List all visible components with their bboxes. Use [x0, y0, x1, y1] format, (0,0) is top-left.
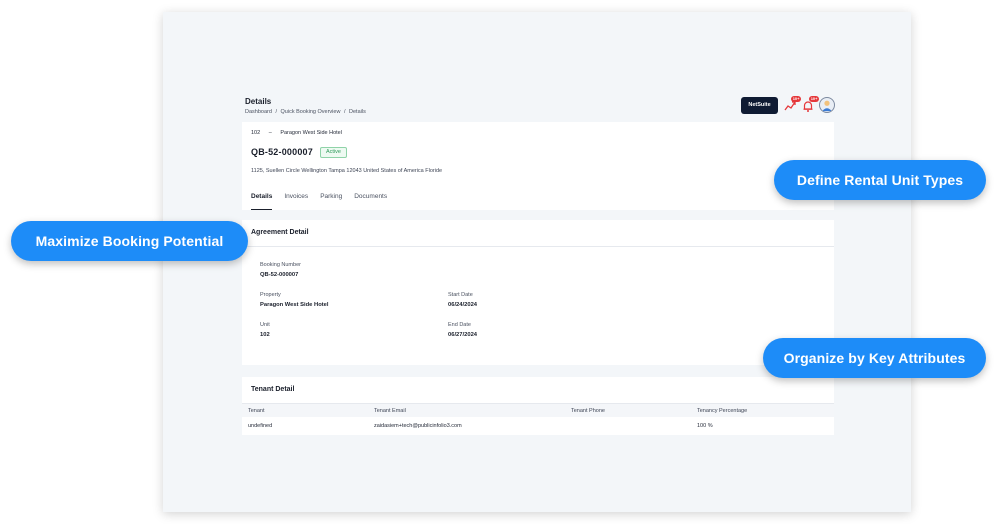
- property-label: Property: [260, 292, 281, 298]
- tenancy-percentage-cell: 100 %: [697, 423, 713, 429]
- tenant-detail-panel: Tenant Detail Tenant Tenant Email Tenant…: [242, 377, 834, 435]
- start-date-value: 06/24/2024: [448, 302, 478, 308]
- callout-define-rental-unit-types: Define Rental Unit Types: [774, 160, 986, 200]
- bell-notification-button[interactable]: 10+: [801, 96, 819, 113]
- end-date-label: End Date: [448, 322, 471, 328]
- property-name: Paragon West Side Hotel: [280, 130, 342, 136]
- tenant-email-cell: zaidasiem+tech@publicinfolio3.com: [374, 423, 462, 429]
- breadcrumb-quick-booking-overview[interactable]: Quick Booking Overview: [281, 109, 341, 115]
- breadcrumb-details: Details: [349, 109, 366, 115]
- unit-value: 102: [260, 332, 270, 338]
- column-header-tenant: Tenant: [248, 408, 265, 414]
- breadcrumb-separator: /: [275, 109, 277, 115]
- tab-invoices[interactable]: Invoices: [284, 189, 308, 210]
- agreement-detail-panel: Agreement Detail Booking Number QB-52-00…: [242, 220, 834, 365]
- tenant-detail-title: Tenant Detail: [251, 386, 295, 393]
- unit-line: 102 – Paragon West Side Hotel: [251, 130, 342, 136]
- tab-parking[interactable]: Parking: [320, 189, 342, 210]
- unit-label: Unit: [260, 322, 270, 328]
- netsuite-button[interactable]: NetSuite: [741, 97, 778, 114]
- booking-number-label: Booking Number: [260, 262, 301, 268]
- property-value: Paragon West Side Hotel: [260, 302, 329, 308]
- booking-id: QB-52-000007: [251, 147, 313, 157]
- property-address: 1125, Suellen Circle Wellington Tampa 12…: [251, 168, 443, 174]
- tab-details[interactable]: Details: [251, 189, 273, 210]
- booking-summary-panel: 102 – Paragon West Side Hotel QB-52-0000…: [242, 122, 834, 210]
- table-row[interactable]: undefined zaidasiem+tech@publicinfolio3.…: [242, 419, 834, 433]
- column-header-tenancy-percentage: Tenancy Percentage: [697, 408, 748, 414]
- detail-tabs: Details Invoices Parking Documents: [251, 189, 399, 210]
- end-date-value: 06/27/2024: [448, 332, 478, 338]
- column-header-tenant-email: Tenant Email: [374, 408, 406, 414]
- details-page: Details Dashboard / Quick Booking Overvi…: [242, 90, 835, 440]
- breadcrumb-separator: /: [343, 109, 346, 115]
- unit-number: 102: [251, 130, 261, 136]
- trend-notification-button[interactable]: 10+: [783, 96, 801, 113]
- tenant-table-header: Tenant Tenant Email Tenant Phone Tenancy…: [242, 403, 834, 417]
- unit-separator: –: [268, 130, 272, 136]
- tab-documents[interactable]: Documents: [354, 189, 387, 210]
- page-title: Details: [245, 97, 272, 106]
- avatar[interactable]: [819, 97, 835, 113]
- status-badge: Active: [320, 147, 347, 158]
- column-header-tenant-phone: Tenant Phone: [571, 408, 605, 414]
- tenant-name-cell: undefined: [248, 423, 273, 429]
- callout-maximize-booking-potential: Maximize Booking Potential: [11, 221, 248, 261]
- breadcrumb-dashboard[interactable]: Dashboard: [245, 109, 272, 115]
- start-date-label: Start Date: [448, 292, 473, 298]
- callout-organize-by-key-attributes: Organize by Key Attributes: [763, 338, 986, 378]
- agreement-detail-title: Agreement Detail: [251, 229, 309, 236]
- notification-badge: 10+: [791, 96, 801, 102]
- breadcrumb: Dashboard / Quick Booking Overview / Det…: [245, 109, 366, 115]
- divider: [242, 246, 834, 247]
- booking-number-value: QB-52-000007: [260, 272, 299, 278]
- notification-badge: 10+: [809, 96, 819, 102]
- avatar-icon: [822, 100, 832, 112]
